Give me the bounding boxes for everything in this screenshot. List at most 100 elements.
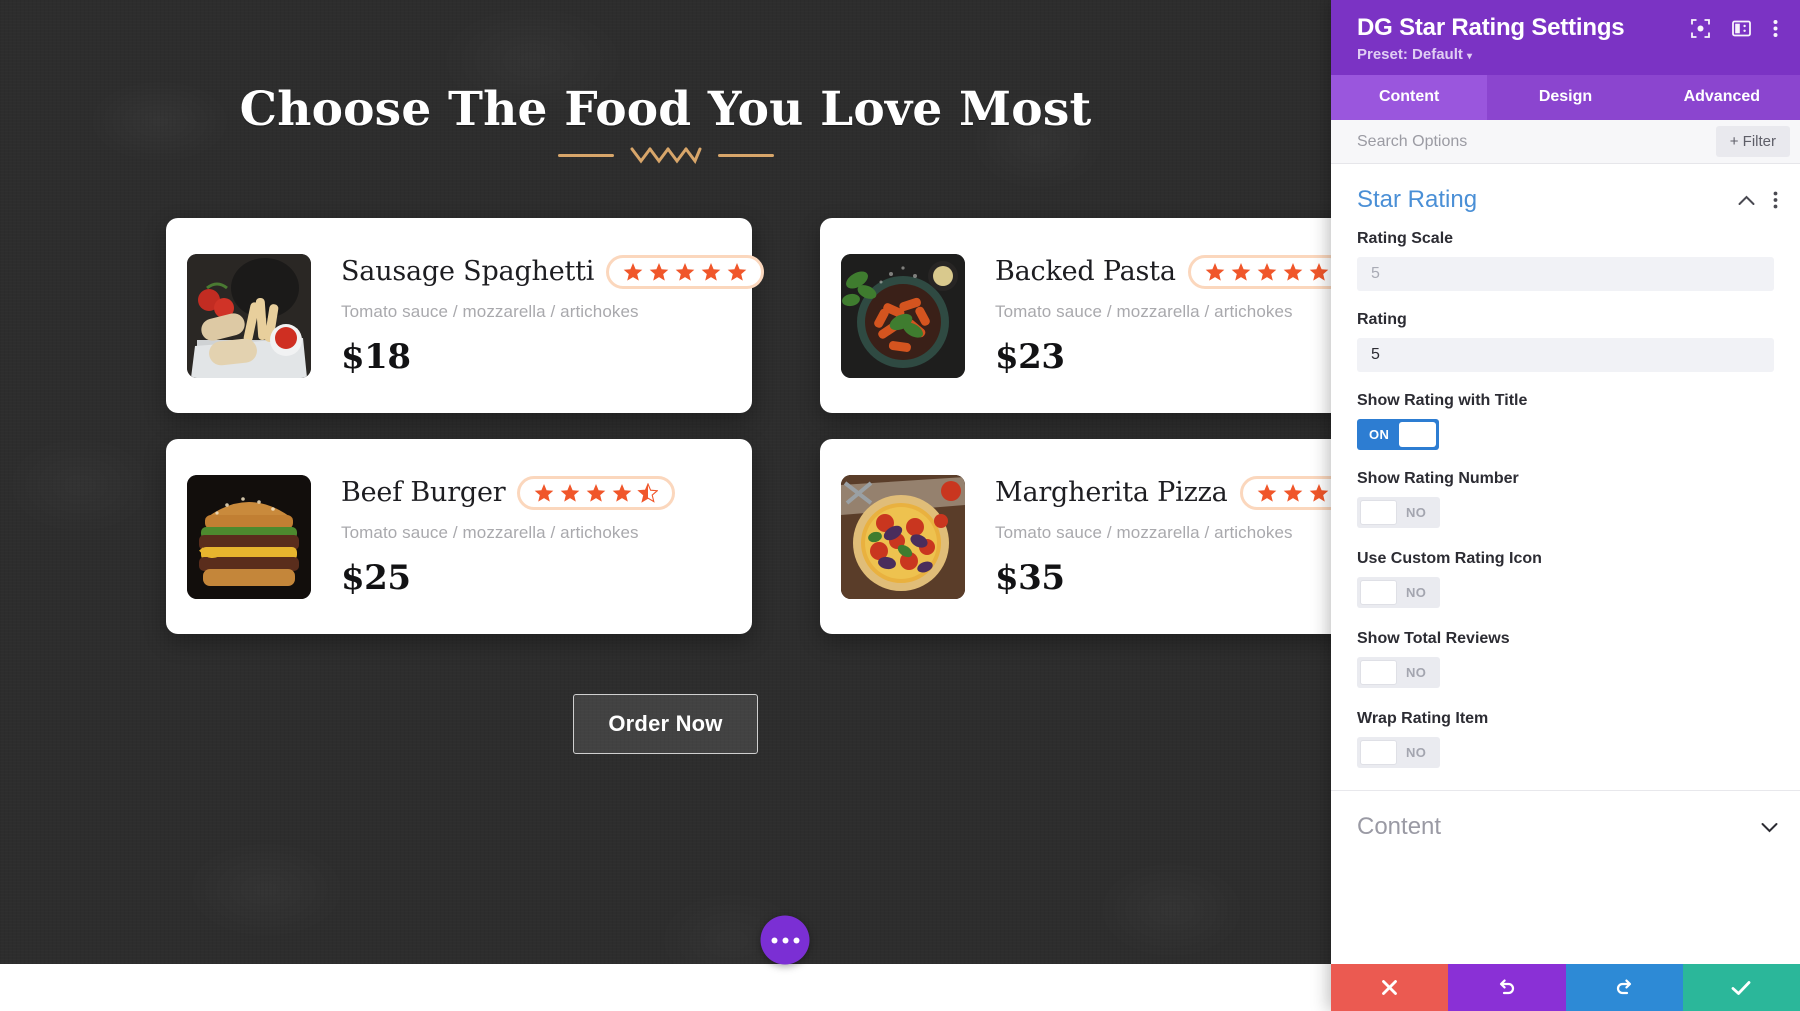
order-now-button[interactable]: Order Now: [573, 694, 758, 754]
panel-title: DG Star Rating Settings: [1357, 14, 1625, 41]
food-price: $23: [995, 336, 1065, 377]
undo-button[interactable]: [1448, 964, 1566, 1011]
food-card[interactable]: Backed Pasta Tomato sauce / mozzarella /…: [820, 218, 1331, 413]
toggle-state-label: NO: [1406, 585, 1427, 600]
accordion-content[interactable]: Content: [1331, 790, 1800, 863]
wrap-rating-item-toggle[interactable]: NO: [1357, 737, 1441, 768]
food-name: Sausage Spaghetti: [341, 256, 595, 287]
food-description: Tomato sauce / mozzarella / artichokes: [995, 522, 1293, 542]
divider-bar-right: [717, 153, 774, 157]
toggle-state-label: NO: [1406, 505, 1427, 520]
food-name: Beef Burger: [341, 477, 506, 508]
food-card-body: Margherita Pizza Tomato sauce / mozzarel…: [965, 475, 1331, 598]
food-thumbnail: [187, 474, 311, 599]
panel-header-top: DG Star Rating Settings: [1357, 14, 1782, 42]
food-card[interactable]: Sausage Spaghetti Tomato sauce / mozzare…: [166, 218, 765, 413]
chevron-up-icon[interactable]: [1738, 195, 1755, 206]
preset-selector[interactable]: Preset: Default ▾: [1357, 46, 1782, 63]
search-input[interactable]: [1357, 132, 1716, 151]
star-rating-badge[interactable]: [1187, 254, 1331, 289]
section-header-star-rating[interactable]: Star Rating: [1331, 164, 1800, 230]
food-description: Tomato sauce / mozzarella / artichokes: [341, 301, 639, 321]
layout-panel-icon[interactable]: [1732, 19, 1751, 38]
field-label: Rating Scale: [1357, 230, 1454, 247]
rating-scale-input[interactable]: [1357, 257, 1774, 291]
toggle-knob: [1360, 500, 1397, 525]
star-rating-badge[interactable]: [606, 254, 765, 289]
show-rating-number-toggle[interactable]: NO: [1357, 497, 1441, 528]
cancel-button[interactable]: [1331, 964, 1449, 1011]
section-icon-group: [1738, 191, 1778, 209]
tab-advanced[interactable]: Advanced: [1644, 75, 1800, 120]
backed-pasta-photo: [841, 253, 965, 378]
filter-button[interactable]: + Filter: [1715, 126, 1790, 157]
rating-input[interactable]: [1357, 338, 1774, 372]
panel-scroll-area[interactable]: Star Rating Rating Scale Rating: [1331, 164, 1800, 964]
food-thumbnail: [841, 253, 965, 378]
redo-button[interactable]: [1565, 964, 1683, 1011]
beef-burger-photo: [187, 474, 311, 599]
field-rating: Rating: [1331, 311, 1800, 372]
page-bottom-strip: [0, 964, 1331, 1011]
show-rating-with-title-toggle[interactable]: ON: [1357, 419, 1440, 450]
food-title-row: Backed Pasta: [995, 254, 1331, 289]
food-price: $18: [341, 336, 411, 377]
food-thumbnail: [187, 253, 311, 378]
page-title: Choose The Food You Love Most: [239, 82, 1092, 137]
page-canvas: Choose The Food You Love Most Sausage Sp…: [0, 0, 1331, 1011]
tab-design[interactable]: Design: [1487, 75, 1643, 120]
chevron-down-icon[interactable]: [1761, 822, 1778, 833]
panel-header-icon-group: [1691, 18, 1782, 38]
toggle-knob: [1360, 740, 1397, 765]
use-custom-rating-icon-toggle[interactable]: NO: [1357, 577, 1441, 608]
chevron-down-icon: ▾: [1467, 51, 1473, 62]
toggle-knob: [1360, 580, 1397, 605]
star-icons-5: [1257, 483, 1328, 502]
food-name: Margherita Pizza: [995, 477, 1228, 508]
star-icons-5: [623, 262, 747, 281]
food-card-body: Sausage Spaghetti Tomato sauce / mozzare…: [311, 254, 765, 377]
more-options-fab[interactable]: [760, 915, 810, 965]
food-card[interactable]: Beef Burger Tomato sauce / mozzarella / …: [166, 439, 752, 634]
star-icons-5: [1205, 262, 1329, 281]
toggle-state-label: NO: [1406, 745, 1427, 760]
check-icon: [1731, 980, 1751, 995]
close-icon: [1382, 980, 1398, 995]
food-price: $35: [995, 557, 1065, 598]
focus-target-icon[interactable]: [1691, 18, 1710, 38]
decorative-divider: [0, 145, 1331, 165]
kebab-menu-icon[interactable]: [1773, 191, 1778, 209]
dot-icon: [782, 937, 788, 943]
food-name: Backed Pasta: [995, 256, 1176, 287]
food-title-row: Margherita Pizza: [995, 475, 1331, 510]
food-card-grid: Sausage Spaghetti Tomato sauce / mozzare…: [166, 218, 1331, 634]
undo-icon: [1500, 979, 1515, 995]
food-price: $25: [341, 557, 411, 598]
field-label: Use Custom Rating Icon: [1357, 550, 1542, 567]
field-label: Wrap Rating Item: [1357, 710, 1489, 727]
accordion-title: Content: [1357, 813, 1442, 840]
food-title-row: Beef Burger: [341, 475, 752, 510]
food-card[interactable]: Margherita Pizza Tomato sauce / mozzarel…: [820, 439, 1331, 634]
field-wrap-rating-item: Wrap Rating Item NO: [1331, 710, 1800, 770]
food-title-row: Sausage Spaghetti: [341, 254, 765, 289]
field-label: Show Total Reviews: [1357, 630, 1510, 647]
star-rating-badge[interactable]: [517, 475, 676, 510]
toggle-state-label: NO: [1406, 665, 1427, 680]
food-description: Tomato sauce / mozzarella / artichokes: [995, 301, 1293, 321]
kebab-menu-icon[interactable]: [1773, 19, 1778, 38]
toggle-knob: [1399, 422, 1437, 447]
sausage-spaghetti-photo: [187, 253, 311, 378]
field-show-rating-number: Show Rating Number NO: [1331, 470, 1800, 530]
food-card-body: Backed Pasta Tomato sauce / mozzarella /…: [965, 254, 1331, 377]
star-rating-badge[interactable]: [1239, 475, 1331, 510]
settings-panel: DG Star Rating Settings Preset: Default …: [1331, 0, 1800, 1011]
food-card-body: Beef Burger Tomato sauce / mozzarella / …: [311, 475, 752, 598]
show-total-reviews-toggle[interactable]: NO: [1357, 657, 1441, 688]
save-button[interactable]: [1682, 964, 1800, 1011]
toggle-state-label: ON: [1369, 427, 1390, 442]
field-label: Rating: [1357, 311, 1407, 328]
tab-content[interactable]: Content: [1331, 75, 1488, 120]
field-use-custom-rating-icon: Use Custom Rating Icon NO: [1331, 550, 1800, 610]
divider-chevron-icon: [630, 147, 701, 164]
